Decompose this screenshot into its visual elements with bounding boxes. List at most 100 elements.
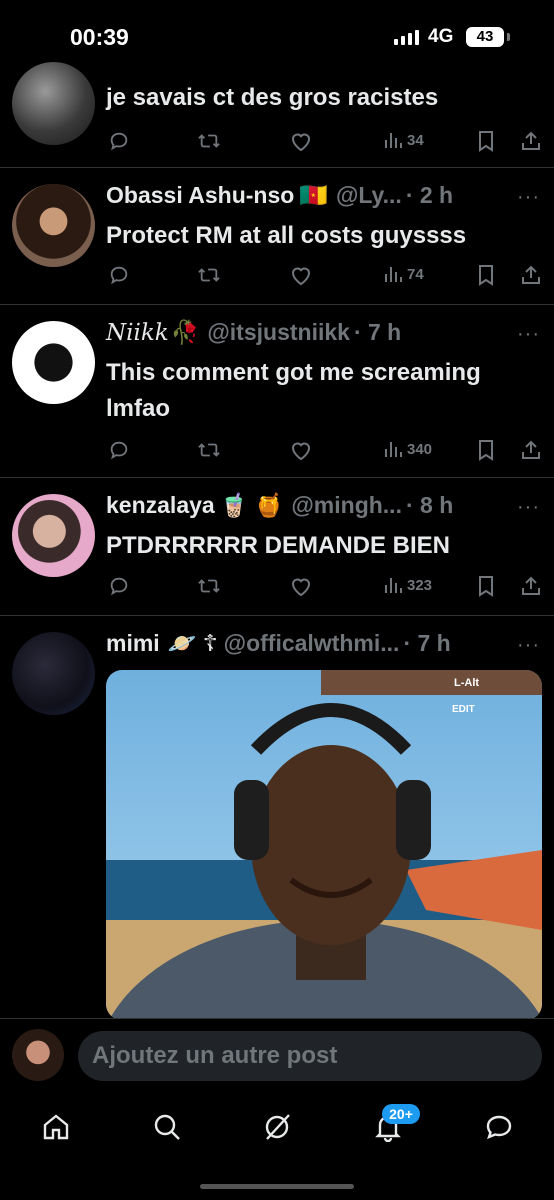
avatar[interactable] xyxy=(12,62,95,145)
media-caption: L-Alt xyxy=(454,677,479,689)
grok-icon[interactable] xyxy=(262,1112,292,1142)
post-time: · 7 h xyxy=(403,630,451,656)
post-header: mimi 🪐 ☦ @officalwthmi... · 7 h xyxy=(106,630,451,657)
repost-button[interactable] xyxy=(196,264,222,286)
rose-emoji: 🥀 xyxy=(170,319,200,345)
post[interactable]: kenzalaya 🧋 🍯 @mingh... · 8 h ··· PTDRRR… xyxy=(0,478,554,616)
reply-input[interactable]: Ajoutez un autre post xyxy=(78,1031,542,1081)
post-header: Niikk 🥀 @itsjustniikk · 7 h xyxy=(106,319,401,346)
views-icon xyxy=(385,267,402,282)
heart-icon xyxy=(291,267,311,286)
share-button[interactable] xyxy=(520,575,542,597)
home-icon[interactable] xyxy=(41,1112,71,1142)
views-count: 323 xyxy=(407,576,433,594)
more-options-icon[interactable]: ··· xyxy=(517,496,540,519)
author-handle[interactable]: @Ly... xyxy=(336,182,402,209)
post-text: PTDRRRRRR DEMANDE BIEN xyxy=(106,532,451,559)
reply-button[interactable] xyxy=(108,130,130,152)
views-button[interactable]: 340 xyxy=(383,439,432,459)
author-name[interactable]: Obassi Ashu-nso xyxy=(106,182,294,209)
messages-icon[interactable] xyxy=(484,1112,514,1142)
heart-icon xyxy=(291,442,311,461)
reply-icon xyxy=(110,441,128,460)
views-icon xyxy=(385,578,402,593)
reply-button[interactable] xyxy=(108,439,130,461)
post-actions: 74 xyxy=(106,264,542,290)
post-time: · 2 h xyxy=(405,182,454,208)
views-button[interactable]: 34 xyxy=(383,130,424,150)
repost-button[interactable] xyxy=(196,439,222,461)
post-text-line: This comment got me screaming xyxy=(106,359,481,386)
more-options-icon[interactable]: ··· xyxy=(517,186,540,209)
post-text: This comment got me screaming lmfao xyxy=(106,355,481,427)
more-options-icon[interactable]: ··· xyxy=(517,323,540,346)
avatar[interactable] xyxy=(12,321,95,404)
media-gif: L-Alt EDIT xyxy=(106,670,542,1020)
post-time: · 8 h xyxy=(405,492,454,518)
like-button[interactable] xyxy=(289,575,313,597)
author-handle[interactable]: @itsjustniikk xyxy=(207,319,350,346)
views-count: 34 xyxy=(407,131,424,149)
media-caption-edit: EDIT xyxy=(452,704,475,715)
repost-icon xyxy=(198,134,220,148)
share-button[interactable] xyxy=(520,439,542,461)
repost-icon xyxy=(198,579,220,593)
status-time: 00:39 xyxy=(70,24,129,50)
like-button[interactable] xyxy=(289,264,313,286)
home-indicator xyxy=(200,1184,354,1189)
user-avatar[interactable] xyxy=(12,1029,64,1081)
share-button[interactable] xyxy=(520,130,542,152)
post[interactable]: Niikk 🥀 @itsjustniikk · 7 h ··· This com… xyxy=(0,305,554,478)
views-button[interactable]: 74 xyxy=(383,264,424,284)
reply-button[interactable] xyxy=(108,264,130,286)
share-icon xyxy=(522,440,540,459)
post-media-image[interactable]: L-Alt EDIT xyxy=(106,670,542,1020)
post[interactable]: je savais ct des gros racistes 34 xyxy=(0,62,554,168)
author-handle[interactable]: @mingh... xyxy=(291,492,402,519)
views-button[interactable]: 323 xyxy=(383,575,432,595)
bookmark-button[interactable] xyxy=(476,575,496,597)
post-time: · 7 h xyxy=(353,319,402,345)
views-icon xyxy=(385,133,402,148)
post[interactable]: Obassi Ashu-nso 🇨🇲 @Ly... · 2 h ··· Prot… xyxy=(0,168,554,305)
planet-cross-emoji: 🪐 ☦ xyxy=(167,630,218,656)
author-name[interactable]: kenzalaya xyxy=(106,492,215,519)
share-button[interactable] xyxy=(520,264,542,286)
avatar[interactable] xyxy=(12,632,95,715)
heart-icon xyxy=(291,133,311,152)
views-count: 340 xyxy=(407,440,433,458)
search-icon[interactable] xyxy=(152,1112,182,1142)
post-header: Obassi Ashu-nso 🇨🇲 @Ly... · 2 h xyxy=(106,182,453,209)
like-button[interactable] xyxy=(289,439,313,461)
like-button[interactable] xyxy=(289,130,313,152)
reply-bar: Ajoutez un autre post xyxy=(0,1018,554,1096)
heart-icon xyxy=(291,578,311,597)
share-icon xyxy=(522,265,540,284)
reply-icon xyxy=(110,266,128,285)
bookmark-button[interactable] xyxy=(476,130,496,152)
post-actions: 34 xyxy=(106,130,542,156)
reply-button[interactable] xyxy=(108,575,130,597)
signal-icon xyxy=(394,30,419,45)
battery-icon: 43 xyxy=(466,27,504,47)
bookmark-button[interactable] xyxy=(476,264,496,286)
bookmark-button[interactable] xyxy=(476,439,496,461)
author-handle[interactable]: @officalwthmi... xyxy=(224,630,400,657)
author-name[interactable]: mimi xyxy=(106,630,160,657)
repost-button[interactable] xyxy=(196,575,222,597)
bookmark-icon xyxy=(479,440,493,461)
repost-button[interactable] xyxy=(196,130,222,152)
views-count: 74 xyxy=(407,265,424,283)
more-options-icon[interactable]: ··· xyxy=(517,634,540,657)
share-icon xyxy=(522,131,540,150)
author-name[interactable]: Niikk xyxy=(106,320,169,346)
post-text: Protect RM at all costs guyssss xyxy=(106,222,467,249)
avatar[interactable] xyxy=(12,494,95,577)
bookmark-icon xyxy=(479,576,493,597)
avatar[interactable] xyxy=(12,184,95,267)
boba-honey-emoji: 🧋 🍯 xyxy=(219,492,284,518)
notification-badge: 20+ xyxy=(382,1104,420,1124)
bottom-nav: 20+ xyxy=(0,1096,554,1200)
post-text: je savais ct des gros racistes xyxy=(106,84,439,111)
post-text-line: lmfao xyxy=(106,395,171,422)
